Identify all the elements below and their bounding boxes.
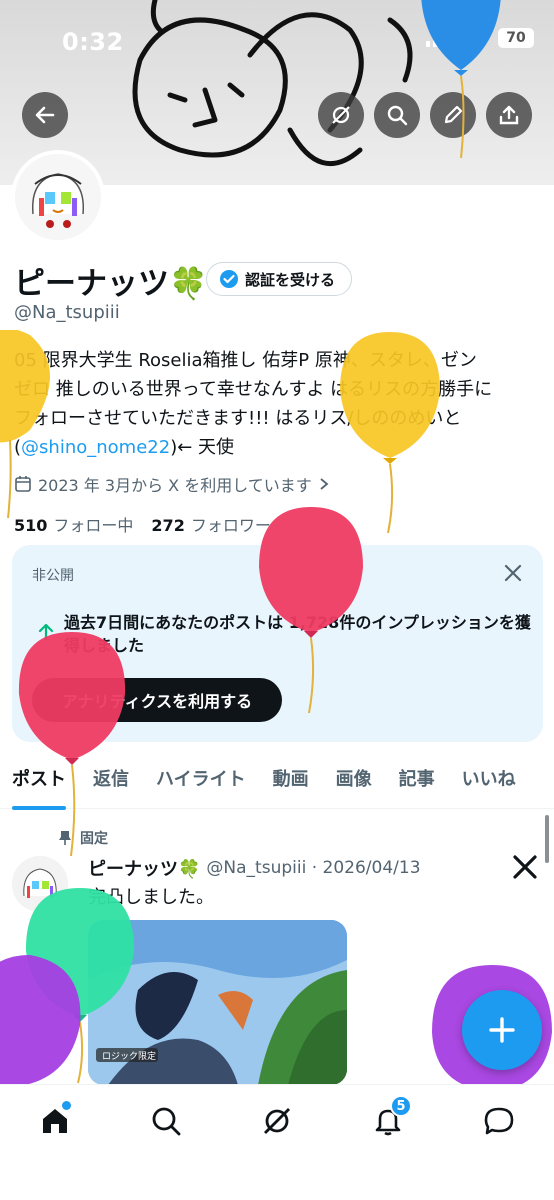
pin-icon [59,831,71,845]
bottom-navigation: 5 [0,1084,554,1200]
profile-name: ピーナッツ🍀 [14,266,208,302]
close-card-button[interactable] [503,563,523,587]
notifications-badge: 5 [390,1095,412,1117]
tab-articles[interactable]: 記事 [399,757,435,809]
post-avatar-illustration [12,856,68,912]
followers-count: 272 [151,516,185,535]
nav-search[interactable] [146,1101,186,1141]
post-header: ピーナッツ🍀 @Na_tsupiii · 2026/04/13 [88,855,421,881]
bio-line: ゼロ 推しのいる世界って幸せなんすよ はるリスの方勝手に [14,379,493,400]
analytics-card: 非公開 過去7日間にあなたのポストは 1,728件のインプレッションを獲得しまし… [12,545,543,742]
following-count: 510 [14,516,48,535]
nav-messages[interactable] [479,1101,519,1141]
private-label: 非公開 [32,568,74,584]
post-image-caption: ロジック限定 [102,1050,156,1062]
joined-text: 2023 年 3月から X を利用しています [38,476,312,495]
impressions-text: 過去7日間にあなたのポストは 1,728件のインプレッションを獲得しました [64,613,531,655]
bio-line4-text: )← 天使 [170,437,235,458]
follow-stats: 510 フォロー中 272 フォロワー [14,512,271,536]
wifi-icon [464,29,486,47]
tab-images[interactable]: 画像 [336,757,372,809]
scrollbar[interactable] [545,815,549,863]
balloon-purple-left [0,955,81,1085]
battery-indicator: 70 [498,28,534,48]
profile-avatar[interactable] [11,150,105,244]
chevron-right-icon [320,478,329,490]
bio-paren-open: ( [14,437,22,458]
trend-up-icon [38,623,54,641]
messages-icon [484,1107,514,1135]
grok-icon [264,1108,290,1134]
search-icon [387,105,408,126]
bio-line: フォローさせていただきます!!! はるリス/しののめいと [14,408,462,429]
back-arrow-icon [35,106,55,124]
pinned-indicator: 固定 [58,828,108,848]
post-image[interactable]: ロジック限定 [88,920,347,1085]
avatar-image [15,154,101,240]
post-text: 完凸しました。 [88,887,214,908]
get-verified-button[interactable]: 認証を受ける [206,262,353,296]
tab-posts[interactable]: ポスト [12,757,66,810]
x-logo-icon [513,855,537,879]
x-logo-button[interactable] [512,854,538,884]
bio-line: (@shino_nome22)← 天使 [14,433,544,462]
avatar-illustration [15,154,101,240]
search-icon [152,1107,181,1136]
nav-home[interactable] [35,1101,75,1141]
profile-bio: 05 限界大学生 Roselia箱推し 佑芽P 原神、スタレ、ゼン ゼロ 推しの… [14,346,544,462]
plus-icon [489,1017,515,1043]
grok-button[interactable] [318,92,364,138]
post-image-artwork: ロジック限定 [88,920,347,1085]
following-label: フォロー中 [53,516,134,535]
tab-videos[interactable]: 動画 [273,757,309,809]
joined-date[interactable]: 2023 年 3月から X を利用しています [14,472,330,496]
close-icon [504,564,522,582]
verified-badge-icon [220,270,238,288]
bio-mention-link[interactable]: @shino_nome22 [21,437,170,458]
tab-replies[interactable]: 返信 [93,757,129,809]
followers-label: フォロワー [190,516,271,535]
post-author-avatar[interactable] [12,856,68,912]
post-meta: @Na_tsupiii · 2026/04/13 [206,858,421,878]
profile-tabs: ポスト 返信 ハイライト 動画 画像 記事 いいね [0,757,554,810]
tab-likes[interactable]: いいね [462,757,516,809]
status-bar: 0:32 70 [0,0,554,80]
share-button[interactable] [486,92,532,138]
search-button[interactable] [374,92,420,138]
followers-link[interactable]: 272 フォロワー [151,512,270,536]
nav-notifications[interactable]: 5 [368,1095,412,1141]
profile-handle: @Na_tsupiii [14,302,120,323]
bio-line: 05 限界大学生 Roselia箱推し 佑芽P 原神、スタレ、ゼン [14,350,477,371]
home-unread-dot [62,1101,71,1110]
post-author-name[interactable]: ピーナッツ🍀 [88,855,200,881]
compose-post-button[interactable] [462,990,542,1070]
signal-icon [426,29,451,47]
status-time: 0:32 [62,28,124,56]
calendar-icon [15,476,31,492]
edit-button[interactable] [430,92,476,138]
following-link[interactable]: 510 フォロー中 [14,512,133,536]
grok-icon [332,106,350,124]
share-icon [499,105,519,125]
status-icons: 70 [426,28,534,48]
edit-icon [444,105,463,124]
back-button[interactable] [22,92,68,138]
nav-grok[interactable] [257,1101,297,1141]
use-analytics-button[interactable]: アナリティクスを利用する [32,678,282,722]
tab-highlights[interactable]: ハイライト [156,757,246,809]
get-verified-label: 認証を受ける [245,270,336,289]
pinned-label: 固定 [80,831,108,847]
